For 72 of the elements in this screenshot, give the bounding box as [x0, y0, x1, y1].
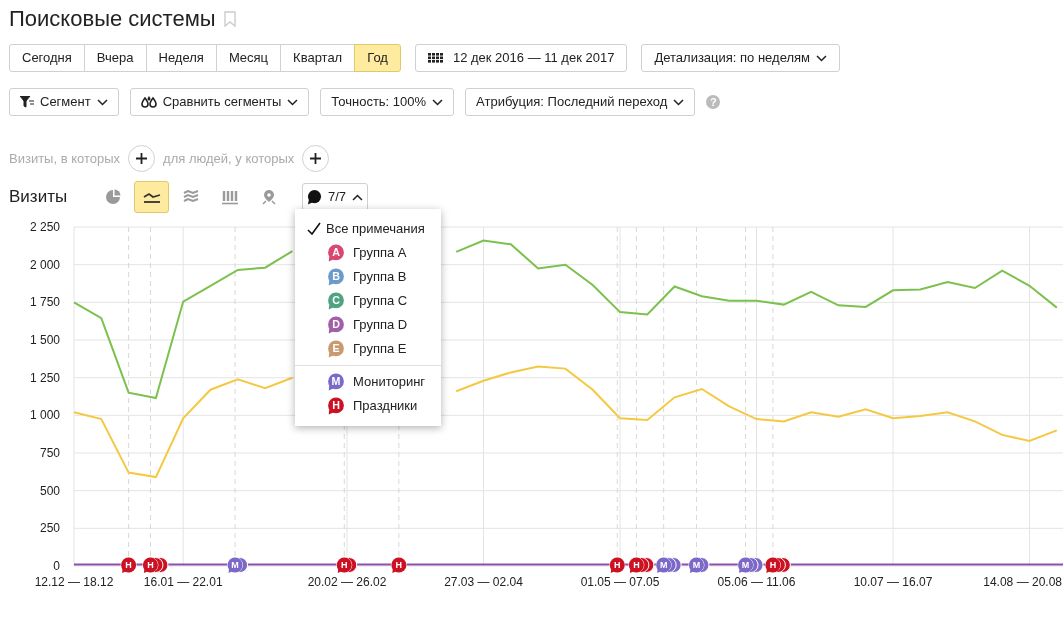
- condition-label: для людей, у которых: [163, 149, 295, 168]
- note-marker-icon: D: [327, 316, 345, 334]
- note-marker-icon: M: [327, 373, 345, 391]
- y-axis-label: 750: [39, 446, 60, 460]
- menu-item[interactable]: H Праздники: [295, 394, 441, 418]
- x-axis-label: 12.12 — 18.12: [34, 575, 114, 589]
- y-axis-label: 2 000: [29, 257, 60, 272]
- pie-chart-icon: [104, 189, 121, 205]
- chevron-icon: [816, 54, 827, 62]
- line-chart-icon: [142, 190, 161, 204]
- map-pin-icon: [261, 189, 276, 205]
- filter-icon: [20, 96, 34, 108]
- note-marker-icon: C: [327, 292, 345, 310]
- menu-item[interactable]: Все примечания: [295, 217, 441, 241]
- y-axis-label: 1 250: [29, 370, 60, 385]
- filter-dropdown[interactable]: Атрибуция: Последний переход: [465, 88, 696, 116]
- y-axis-label: 250: [39, 521, 60, 536]
- filter-dropdown[interactable]: Сегмент: [9, 88, 119, 116]
- notes-toggle[interactable]: 7/7: [302, 183, 369, 211]
- menu-item[interactable]: B Группа B: [295, 265, 441, 289]
- condition-label: Визиты, в которых: [9, 149, 121, 168]
- plus-icon: [136, 153, 148, 164]
- menu-item[interactable]: A Группа A: [295, 241, 441, 265]
- x-axis-label: 27.03 — 02.04: [444, 575, 523, 589]
- calendar-icon: [427, 53, 443, 63]
- menu-item[interactable]: C Группа C: [295, 289, 441, 313]
- menu-item[interactable]: E Группа E: [295, 337, 441, 361]
- stacked-area-icon: [182, 190, 199, 204]
- plus-icon: [310, 153, 322, 164]
- x-axis-label: 14.08 — 20.08: [983, 575, 1062, 589]
- note-marker[interactable]: H: [609, 557, 626, 573]
- filter-dropdown[interactable]: Точность: 100%: [320, 88, 455, 116]
- chevron-icon: [352, 193, 364, 201]
- period-tab[interactable]: Вчера: [83, 44, 147, 72]
- x-axis-label: 01.05 — 07.05: [580, 575, 660, 589]
- chevron-icon: [432, 98, 444, 106]
- note-marker-icon: B: [327, 268, 345, 286]
- y-axis-label: 2 250: [29, 220, 60, 234]
- bar-chart-icon: [221, 189, 238, 205]
- note-marker[interactable]: H: [120, 557, 137, 573]
- note-marker-icon: H: [327, 397, 345, 415]
- x-axis-label: 05.06 — 11.06: [717, 575, 796, 589]
- y-axis-label: 0: [53, 559, 60, 573]
- filter-dropdown[interactable]: Сравнить сегменты: [129, 88, 310, 116]
- menu-item[interactable]: M Мониторинг: [295, 370, 441, 394]
- period-tab[interactable]: Месяц: [215, 44, 282, 72]
- y-axis-label: 1 750: [29, 295, 60, 310]
- page-title: Поисковые системы: [9, 8, 216, 30]
- y-axis-label: 1 000: [29, 408, 60, 423]
- y-axis-label: 1 500: [29, 333, 60, 347]
- period-tab[interactable]: Сегодня: [9, 44, 85, 72]
- chevron-icon: [96, 98, 108, 106]
- period-tab[interactable]: Год: [354, 44, 401, 72]
- note-marker[interactable]: H: [390, 557, 407, 573]
- date-range-button[interactable]: 12 дек 2016 — 11 дек 2017: [414, 44, 628, 72]
- detail-dropdown[interactable]: Детализация: по неделям: [641, 44, 840, 72]
- note-marker-icon: E: [327, 340, 345, 358]
- x-axis-label: 10.07 — 16.07: [853, 575, 933, 589]
- period-tab[interactable]: Квартал: [280, 44, 356, 72]
- report-title: Визиты: [9, 186, 69, 209]
- speech-bubble-icon: [307, 189, 322, 205]
- view-toggle[interactable]: [134, 181, 169, 213]
- drops-icon: [140, 96, 157, 108]
- period-tab[interactable]: Неделя: [145, 44, 217, 72]
- menu-item[interactable]: D Группа D: [295, 313, 441, 337]
- x-axis-label: 16.01 — 22.01: [143, 575, 223, 589]
- x-axis-label: 20.02 — 26.02: [307, 575, 387, 589]
- chevron-icon: [287, 98, 299, 106]
- y-axis-label: 500: [39, 483, 60, 498]
- note-marker-icon: A: [327, 244, 345, 262]
- bookmark-icon[interactable]: [223, 11, 236, 27]
- chevron-icon: [673, 98, 685, 106]
